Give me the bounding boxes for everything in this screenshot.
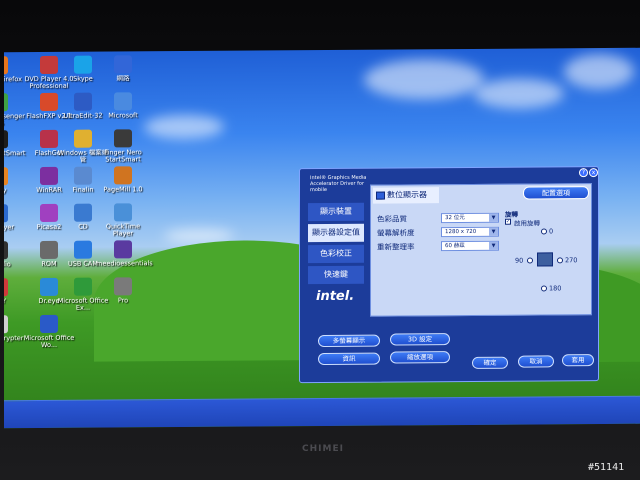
rotation-180-label: 180 (549, 284, 562, 293)
resolution-select[interactable]: 1280 x 720 ▼ (441, 226, 499, 238)
rotation-0-radio[interactable] (541, 228, 547, 235)
desktop-icon[interactable]: Microsoft (96, 92, 150, 119)
desktop-icon[interactable]: PageMill 1.0 (96, 166, 150, 194)
app-icon (4, 241, 8, 260)
app-icon (4, 315, 8, 334)
close-icon[interactable]: x (589, 168, 598, 178)
multi-display-button[interactable]: 多螢幕顯示 (318, 334, 380, 348)
nav-color-correction[interactable]: 色彩校正 (308, 244, 364, 264)
rotation-270-radio[interactable] (557, 257, 563, 264)
app-icon (114, 277, 132, 296)
rotation-90-label: 90 (515, 256, 524, 265)
app-icon (4, 167, 8, 186)
landscape-preview-icon (537, 252, 553, 267)
app-icon (114, 92, 132, 111)
desktop-icon[interactable]: Microsoft Office Wo... (22, 314, 76, 349)
app-icon (4, 130, 8, 149)
panel-title: 數位顯示器 (373, 187, 439, 204)
app-icon (74, 92, 92, 111)
enable-rotation-label: 啟用旋轉 (514, 219, 540, 228)
app-icon (114, 166, 132, 185)
desktop-screen: Mozilla FirefoxDVD Player 4.0 Profession… (4, 47, 640, 429)
app-icon (114, 55, 132, 74)
app-icon (4, 93, 8, 112)
rotation-group: 旋轉 ✓ 啟用旋轉 0 90 270 180 (505, 208, 589, 313)
refresh-rate-select[interactable]: 60 赫茲 ▼ (441, 240, 499, 252)
desktop-icon[interactable]: Finger Nero StartSmart (96, 129, 150, 164)
intel-logo: intel. (316, 288, 355, 305)
app-icon (114, 203, 132, 222)
color-quality-label: 色彩品質 (377, 214, 407, 224)
intel-header: Intel® Graphics Media Accelerator Driver… (310, 174, 367, 194)
color-quality-select[interactable]: 32 位元 ▼ (441, 212, 499, 224)
config-options-button[interactable]: 配置選項 (523, 186, 589, 200)
app-icon (74, 129, 92, 148)
resolution-value: 1280 x 720 (445, 228, 477, 236)
refresh-rate-value: 60 赫茲 (445, 243, 465, 250)
app-icon (74, 203, 92, 222)
scale-options-button[interactable]: 縮放選項 (390, 351, 450, 364)
desktop-icon-label: 網路 (116, 74, 130, 83)
desktop-icon[interactable]: meedioessentials (96, 240, 153, 268)
rotation-90-radio[interactable] (527, 257, 533, 264)
rotation-180-radio[interactable] (541, 285, 547, 292)
desktop-icon-label: Microsoft Office Wo... (23, 333, 75, 349)
desktop-icon-label: meedioessentials (96, 259, 153, 268)
help-icon[interactable]: ? (579, 168, 588, 178)
taskbar[interactable] (4, 395, 640, 429)
color-quality-value: 32 位元 (445, 215, 465, 222)
cancel-button[interactable]: 取消 (518, 355, 554, 368)
desktop-icon-label: PageMill 1.0 (103, 185, 143, 194)
desktop-icon-label: Pro (117, 296, 129, 305)
rotation-0-label: 0 (549, 227, 554, 236)
app-icon (74, 277, 92, 296)
app-icon (74, 55, 92, 74)
refresh-rate-label: 重新整理率 (377, 242, 415, 252)
desktop-icon-label: Finger Nero StartSmart (104, 148, 142, 164)
resolution-label: 螢幕解析度 (377, 228, 415, 238)
app-icon (4, 204, 8, 223)
ok-button[interactable]: 確定 (472, 356, 508, 369)
chevron-down-icon: ▼ (489, 241, 498, 250)
desktop-icon[interactable]: QuickTime Player (96, 203, 150, 237)
enable-rotation-checkbox[interactable]: ✓ (505, 218, 511, 225)
monitor-icon (376, 191, 385, 200)
desktop-icon[interactable]: 網路 (96, 55, 150, 82)
rotation-270-label: 270 (565, 256, 578, 265)
desktop-icon-label: QuickTime Player (105, 222, 141, 238)
desktop-icon-label: Microsoft (108, 111, 138, 120)
nav-hotkeys[interactable]: 快速鍵 (308, 265, 364, 285)
app-icon (74, 166, 92, 185)
app-icon (114, 129, 132, 148)
info-button[interactable]: 資訊 (318, 352, 380, 366)
chevron-down-icon: ▼ (489, 213, 498, 222)
app-icon (4, 56, 8, 75)
desktop-icon[interactable]: Pro (96, 277, 150, 304)
app-icon (40, 314, 58, 333)
apply-button[interactable]: 套用 (562, 354, 594, 367)
app-icon (114, 240, 132, 259)
app-icon (4, 278, 8, 297)
nav-display-settings[interactable]: 顯示器設定值 (308, 223, 364, 243)
panel-title-text: 數位顯示器 (387, 190, 427, 200)
watermark-tag: #51141 (588, 462, 625, 473)
photo-frame: Mozilla FirefoxDVD Player 4.0 Profession… (0, 0, 640, 480)
desktop-icons: Mozilla FirefoxDVD Player 4.0 Profession… (4, 48, 640, 349)
chevron-down-icon: ▼ (489, 227, 498, 236)
intel-graphics-dialog[interactable]: Intel® Graphics Media Accelerator Driver… (299, 166, 599, 384)
nav-display-devices[interactable]: 顯示裝置 (308, 202, 364, 222)
app-icon (74, 240, 92, 259)
monitor-brand: CHIMEI (302, 444, 344, 454)
settings-panel: 數位顯示器 配置選項 色彩品質 32 位元 ▼ 螢幕解析度 1280 x 720… (370, 183, 592, 317)
3d-settings-button[interactable]: 3D 設定 (390, 333, 450, 346)
